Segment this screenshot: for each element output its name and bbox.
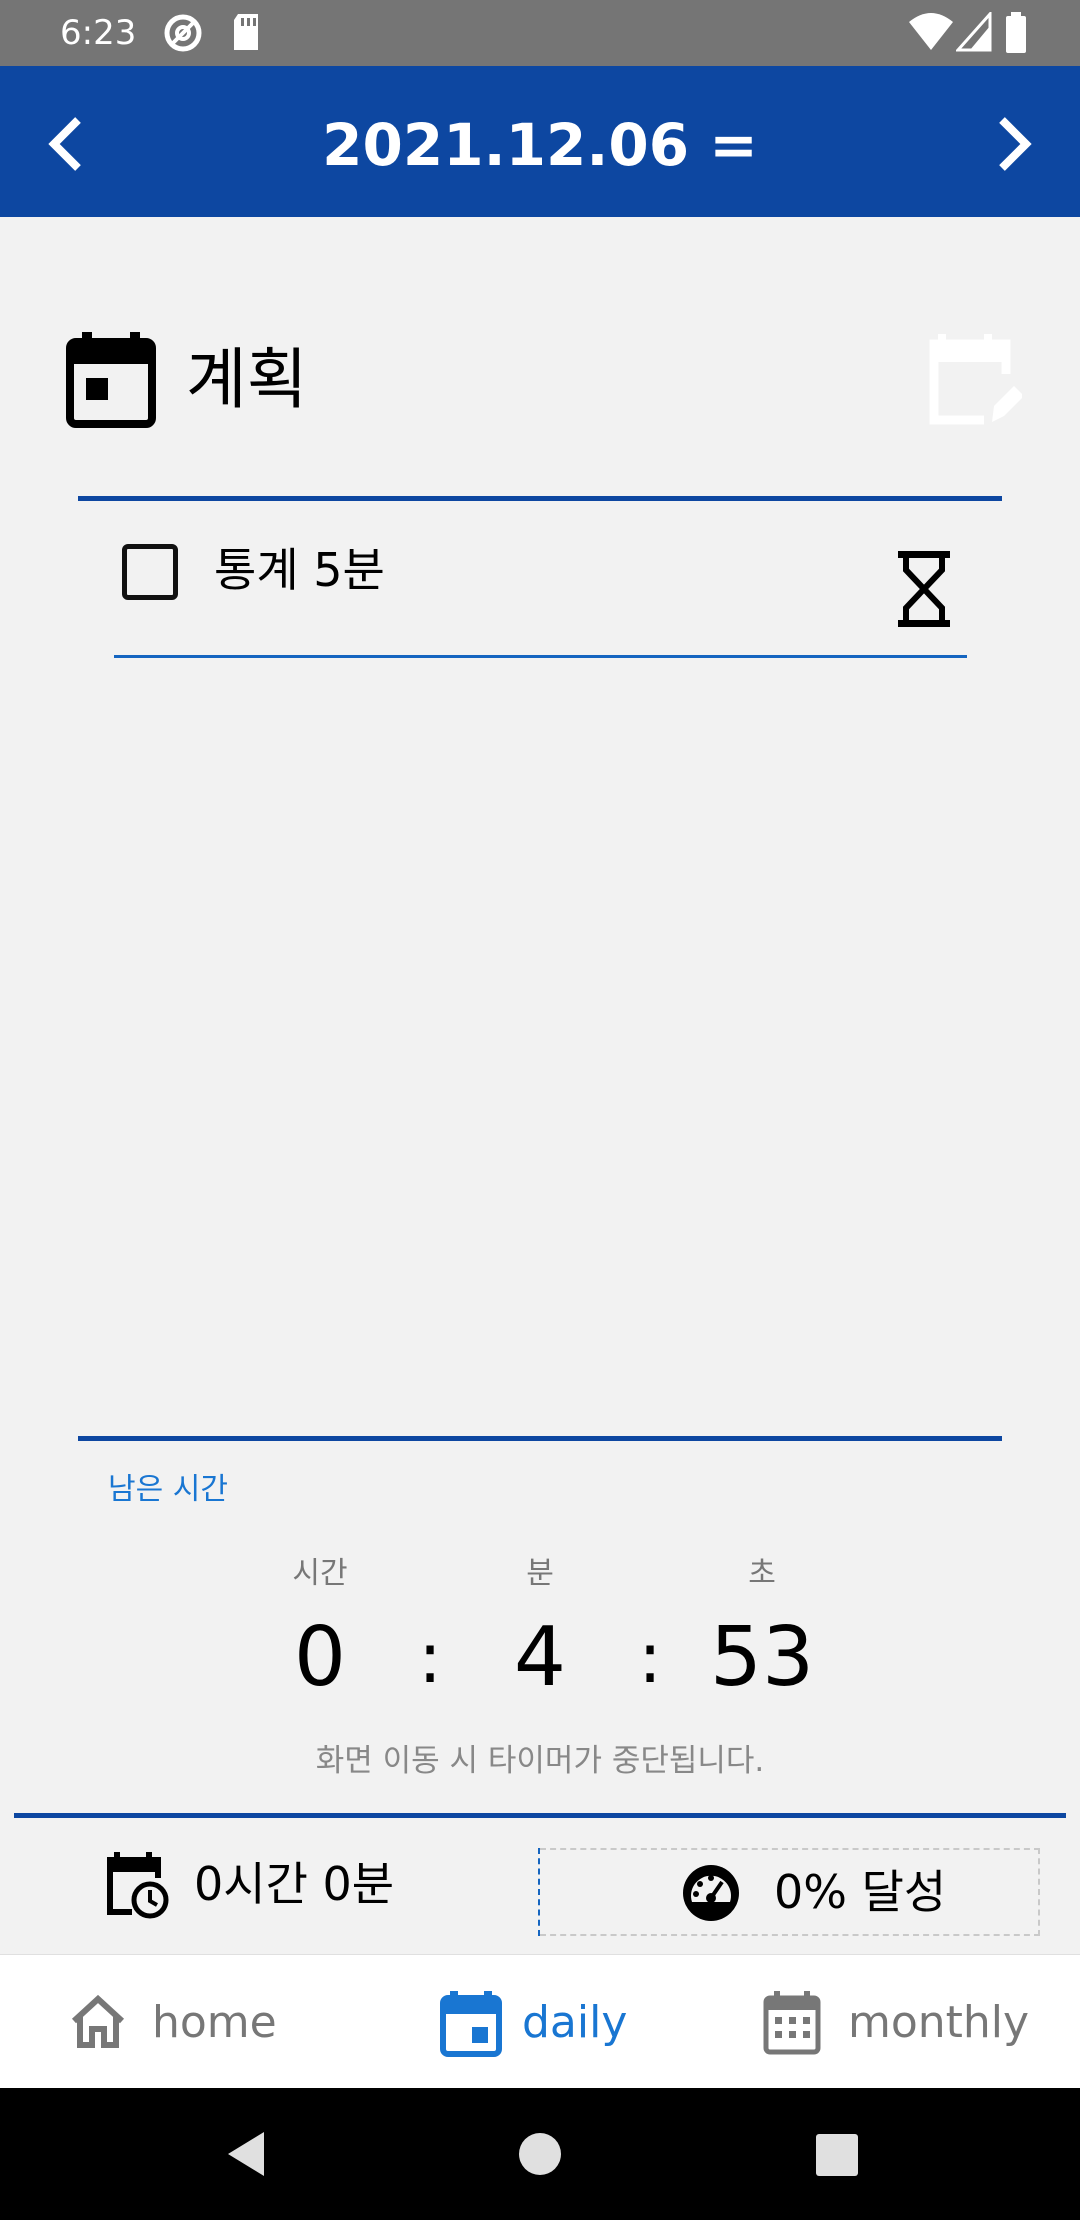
start-timer-button[interactable] [894,548,954,630]
app-bar: 2021.12.06 = [0,66,1080,217]
wifi-icon [909,13,953,50]
date-title[interactable]: 2021.12.06 = [0,110,1080,180]
nav-home-label: home [152,1997,277,2048]
sd-card-icon [234,14,258,50]
calendar-month-icon [763,1991,821,2055]
nav-monthly[interactable]: monthly [756,1955,1056,2089]
plan-list-item: 통계 5분 [114,520,968,658]
hourglass-icon [898,551,950,627]
bottom-navigation: home daily monthly [0,1954,1080,2088]
plan-title: 계획 [186,341,308,418]
nav-monthly-label: monthly [848,1997,1030,2048]
summary-divider [14,1813,1066,1818]
home-icon [71,1994,125,2048]
status-time: 6:23 [60,13,137,53]
status-bar: 6:23 [0,0,1080,66]
calendar-today-icon [440,1991,502,2057]
timer-seconds: 53 [709,1610,815,1705]
signal-icon [956,12,992,52]
plan-top-divider [78,496,1002,501]
achievement-summary: 0% 달성 [540,1848,1040,1936]
total-time-summary: 0시간 0분 [96,1846,436,1926]
nav-daily[interactable]: daily [430,1955,670,2089]
achievement-value: 0% 달성 [774,1865,947,1919]
nav-daily-label: daily [522,1997,628,2048]
speedometer-icon [683,1865,739,1921]
back-triangle-icon[interactable] [218,2124,278,2184]
remaining-time-label: 남은 시간 [108,1472,228,1507]
calendar-clock-icon [107,1852,169,1919]
recents-square-icon[interactable] [806,2124,866,2184]
plan-item-checkbox[interactable] [122,544,178,600]
seconds-unit-label: 초 [748,1556,776,1591]
next-date-button[interactable] [972,106,1052,186]
plan-bottom-divider [78,1436,1002,1441]
home-circle-icon[interactable] [510,2124,570,2184]
system-navigation-bar [0,2088,1080,2220]
plan-item-label: 통계 5분 [214,543,385,597]
nav-home[interactable]: home [60,1955,320,2089]
plan-item-divider [114,655,967,658]
total-time-value: 0시간 0분 [194,1857,395,1911]
calendar-edit-icon [929,334,1024,425]
minutes-unit-label: 분 [526,1556,554,1591]
timer-hours: 0 [293,1610,347,1705]
at-sign-icon [164,14,202,52]
hours-unit-label: 시간 [292,1556,348,1591]
battery-icon [1006,12,1026,53]
chevron-right-icon [999,117,1032,171]
edit-plan-button[interactable] [922,330,1024,430]
timer-notice: 화면 이동 시 타이머가 중단됩니다. [315,1743,765,1779]
calendar-today-icon [66,332,156,428]
timer-minutes: 4 [513,1610,567,1705]
